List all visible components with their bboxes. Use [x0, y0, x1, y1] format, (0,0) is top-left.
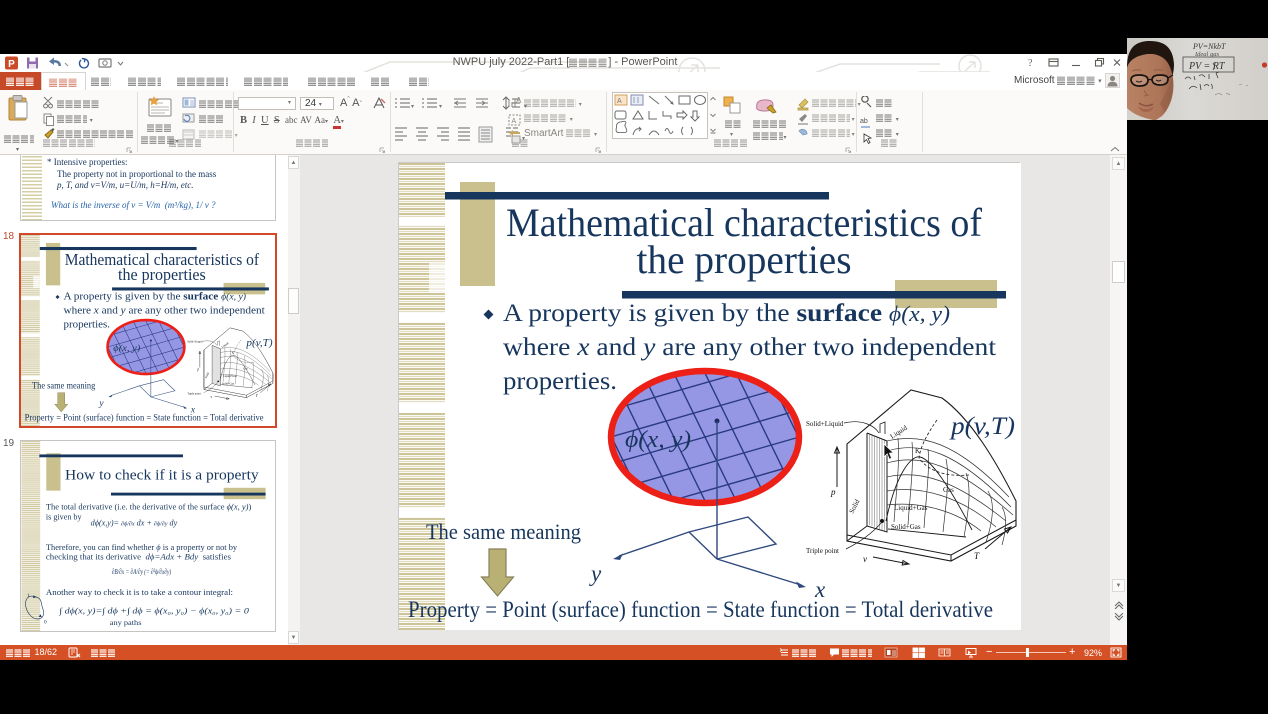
svg-text:▾: ▾ [411, 104, 414, 110]
svg-text:A: A [516, 96, 522, 105]
svg-text:ab: ab [860, 118, 868, 125]
svg-text:A: A [512, 118, 517, 125]
svg-text:PV = RT: PV = RT [1188, 61, 1226, 72]
svg-text:P: P [8, 59, 15, 70]
svg-text:▾: ▾ [439, 104, 442, 110]
svg-text:PV=NkbT: PV=NkbT [1192, 42, 1226, 51]
svg-text:A: A [617, 98, 622, 105]
svg-text:?: ? [1028, 58, 1033, 69]
